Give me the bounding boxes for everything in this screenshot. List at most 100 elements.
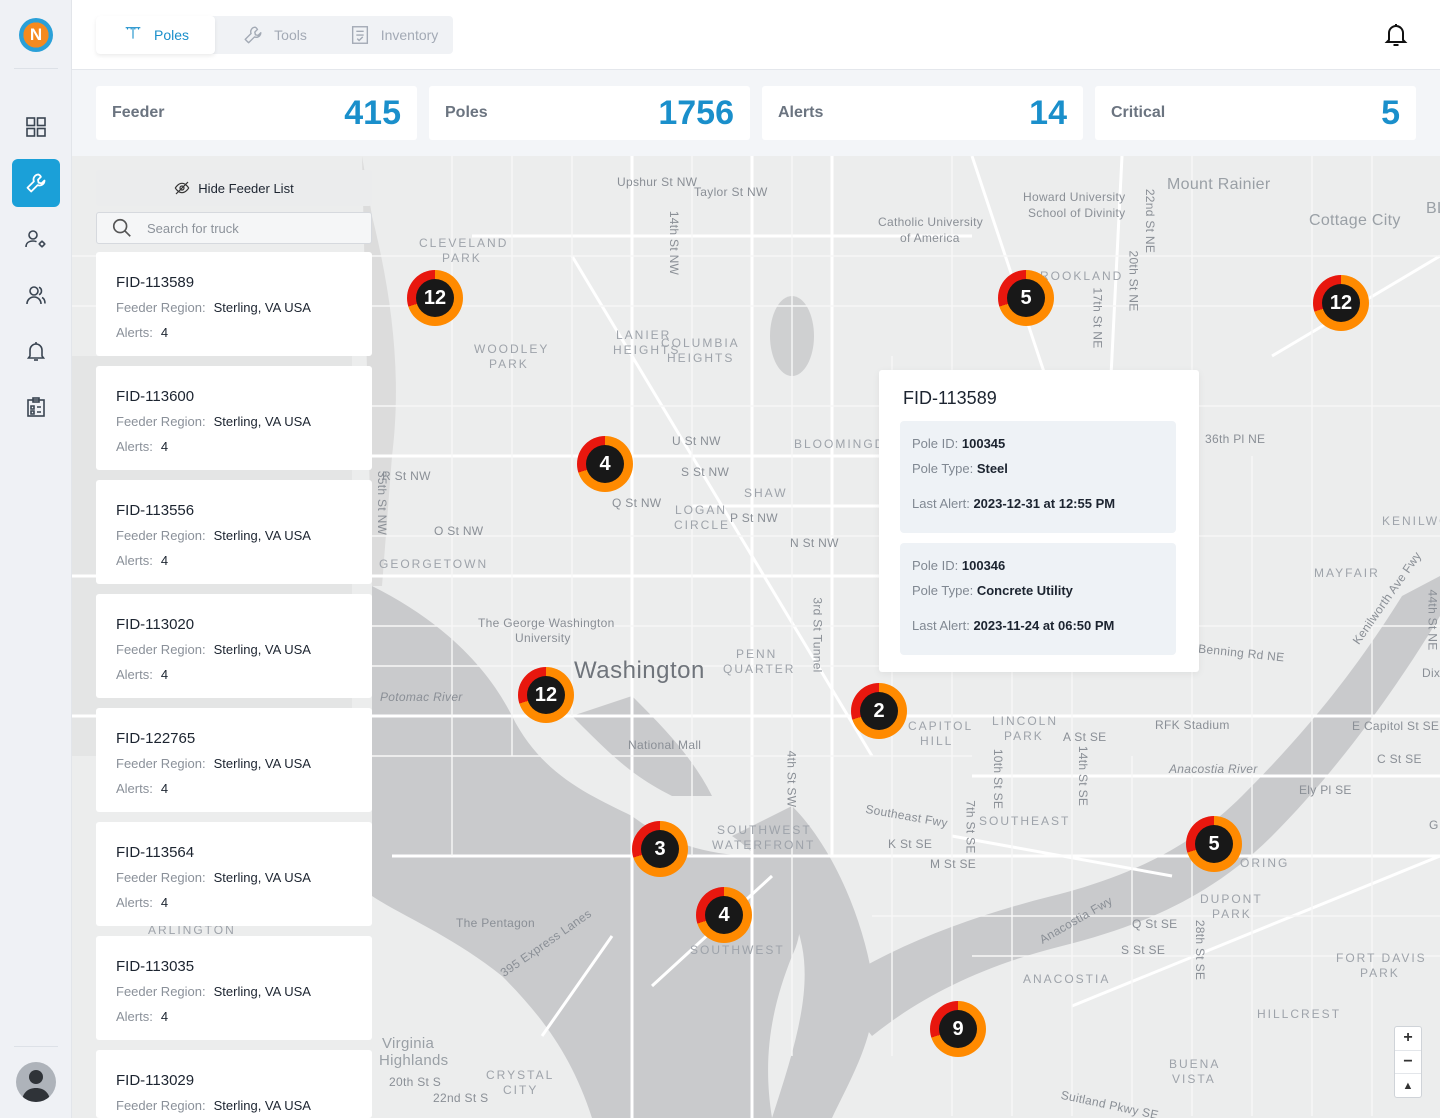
stat-label: Critical [1111,104,1166,121]
notification-bell-icon[interactable] [1384,22,1408,48]
pole-detail[interactable]: Pole ID: 100345 Pole Type: Steel Last Al… [900,421,1176,533]
stat-value: 14 [1029,93,1067,132]
map-label: GEORGETOWN [379,557,489,571]
map-label: 14th St SE [1076,745,1091,807]
feeder-id: FID-122765 [116,730,196,747]
cluster-count: 9 [939,1010,977,1048]
alerts-value: 4 [160,667,169,682]
cluster-marker[interactable]: 12 [407,270,463,326]
cluster-marker[interactable]: 2 [851,683,907,739]
map-label: PARK [1212,907,1252,921]
zoom-controls: + − ▲ [1394,1026,1422,1098]
cluster-marker[interactable]: 12 [518,667,574,723]
feeder-card[interactable]: FID-113020 Feeder Region: Sterling, VA US… [96,594,372,698]
pole-detail[interactable]: Pole ID: 100346 Pole Type: Concrete Util… [900,543,1176,655]
map-label: 35th St NW [375,470,390,536]
feeder-id: FID-113035 [116,958,195,975]
cluster-marker[interactable]: 3 [632,821,688,877]
tab-tools[interactable]: Tools [215,16,334,54]
map-label: S St NW [681,465,730,479]
nav-tools[interactable] [12,159,60,207]
feeder-card[interactable]: FID-122765 Feeder Region: Sterling, VA US… [96,708,372,812]
map-label: Washington [574,657,705,684]
app-logo[interactable]: N [19,18,53,52]
nav-reports[interactable] [12,383,60,431]
nav-user-settings[interactable] [12,215,60,263]
map-label: Virginia [382,1035,435,1052]
tab-inventory[interactable]: Inventory [334,16,453,54]
pole-id-value: 100345 [961,436,1006,451]
map-label: SOUTHWEST [690,943,785,957]
avatar[interactable] [16,1062,56,1102]
stat-value: 415 [344,93,401,132]
region-key: Feeder Region: [116,870,206,885]
tab-tools-label: Tools [274,27,307,43]
region-value: Sterling, VA USA [213,756,311,771]
zoom-out-button[interactable]: − [1395,1051,1421,1075]
map-label: 22nd St NE [1143,188,1158,254]
nav-dashboard[interactable] [12,103,60,151]
map-label: 10th St SE [991,748,1006,810]
map-label: U St NW [672,434,721,448]
feeder-card[interactable]: FID-113564 Feeder Region: Sterling, VA US… [96,822,372,926]
map-label: P St NW [730,511,778,525]
cluster-marker[interactable]: 4 [577,436,633,492]
map-label: PARK [442,251,482,265]
alerts-value: 4 [160,895,169,910]
region-value: Sterling, VA USA [213,984,311,999]
hide-feeder-list-button[interactable]: Hide Feeder List [96,170,372,206]
stat-value: 1756 [658,93,734,132]
map-label: School of Divinity [1028,206,1126,220]
feeder-card[interactable]: FID-113035 Feeder Region: Sterling, VA US… [96,936,372,1040]
map-label: University [515,631,571,645]
map-label: PARK [1360,966,1400,980]
alerts-key: Alerts: [116,325,153,340]
wrench-icon [26,173,46,193]
region-key: Feeder Region: [116,1098,206,1113]
map-label: The Pentagon [456,916,535,930]
zoom-in-button[interactable]: + [1395,1027,1421,1051]
cluster-marker[interactable]: 5 [998,270,1054,326]
feeder-card[interactable]: FID-113556 Feeder Region: Sterling, VA US… [96,480,372,584]
region-value: Sterling, VA USA [213,300,311,315]
user-settings-icon [25,230,46,248]
cluster-marker[interactable]: 12 [1313,275,1369,331]
map-label: ORING [1240,856,1290,870]
reset-north-button[interactable]: ▲ [1395,1074,1421,1097]
stat-critical: Critical 5 [1095,86,1416,140]
popup-title: FID-113589 [903,388,997,408]
stat-label: Alerts [778,104,824,121]
stat-value: 5 [1381,93,1400,132]
dashboard-icon [26,117,46,137]
feeder-card[interactable]: FID-113029 Feeder Region: Sterling, VA US… [96,1050,372,1118]
feeder-card[interactable]: FID-113600 Feeder Region: Sterling, VA US… [96,366,372,470]
map-label: BL [1426,200,1440,217]
search-box [96,212,372,244]
feeder-id: FID-113556 [116,502,195,519]
cluster-count: 3 [641,830,679,868]
cluster-marker[interactable]: 9 [930,1001,986,1057]
tab-poles-label: Poles [153,27,190,43]
cluster-marker[interactable]: 4 [696,887,752,943]
feeder-card[interactable]: FID-113589 Feeder Region: Sterling, VA US… [96,252,372,356]
map-label: M St SE [930,857,977,871]
map-label: National Mall [628,738,702,752]
cluster-count: 2 [860,692,898,730]
map-label: LINCOLN [992,714,1059,728]
tab-poles[interactable]: Poles [96,16,215,54]
last-alert-value: 2023-12-31 at 12:55 PM [973,496,1116,511]
nav-users[interactable] [12,271,60,319]
top-bar: Poles Tools Inventory [72,0,1440,70]
map-label: Anacostia River [1169,762,1258,776]
alerts-value: 4 [160,325,169,340]
map-label: 20th St S [389,1075,442,1089]
nav-alerts[interactable] [12,327,60,375]
pole-id-key: Pole ID: [912,558,959,573]
map-label: Howard University [1023,190,1126,204]
map-label: N St NW [790,536,839,550]
map-label: E Capitol St SE [1352,719,1440,733]
region-key: Feeder Region: [116,528,206,543]
cluster-count: 12 [416,279,454,317]
search-input[interactable] [147,220,347,236]
cluster-marker[interactable]: 5 [1186,816,1242,872]
